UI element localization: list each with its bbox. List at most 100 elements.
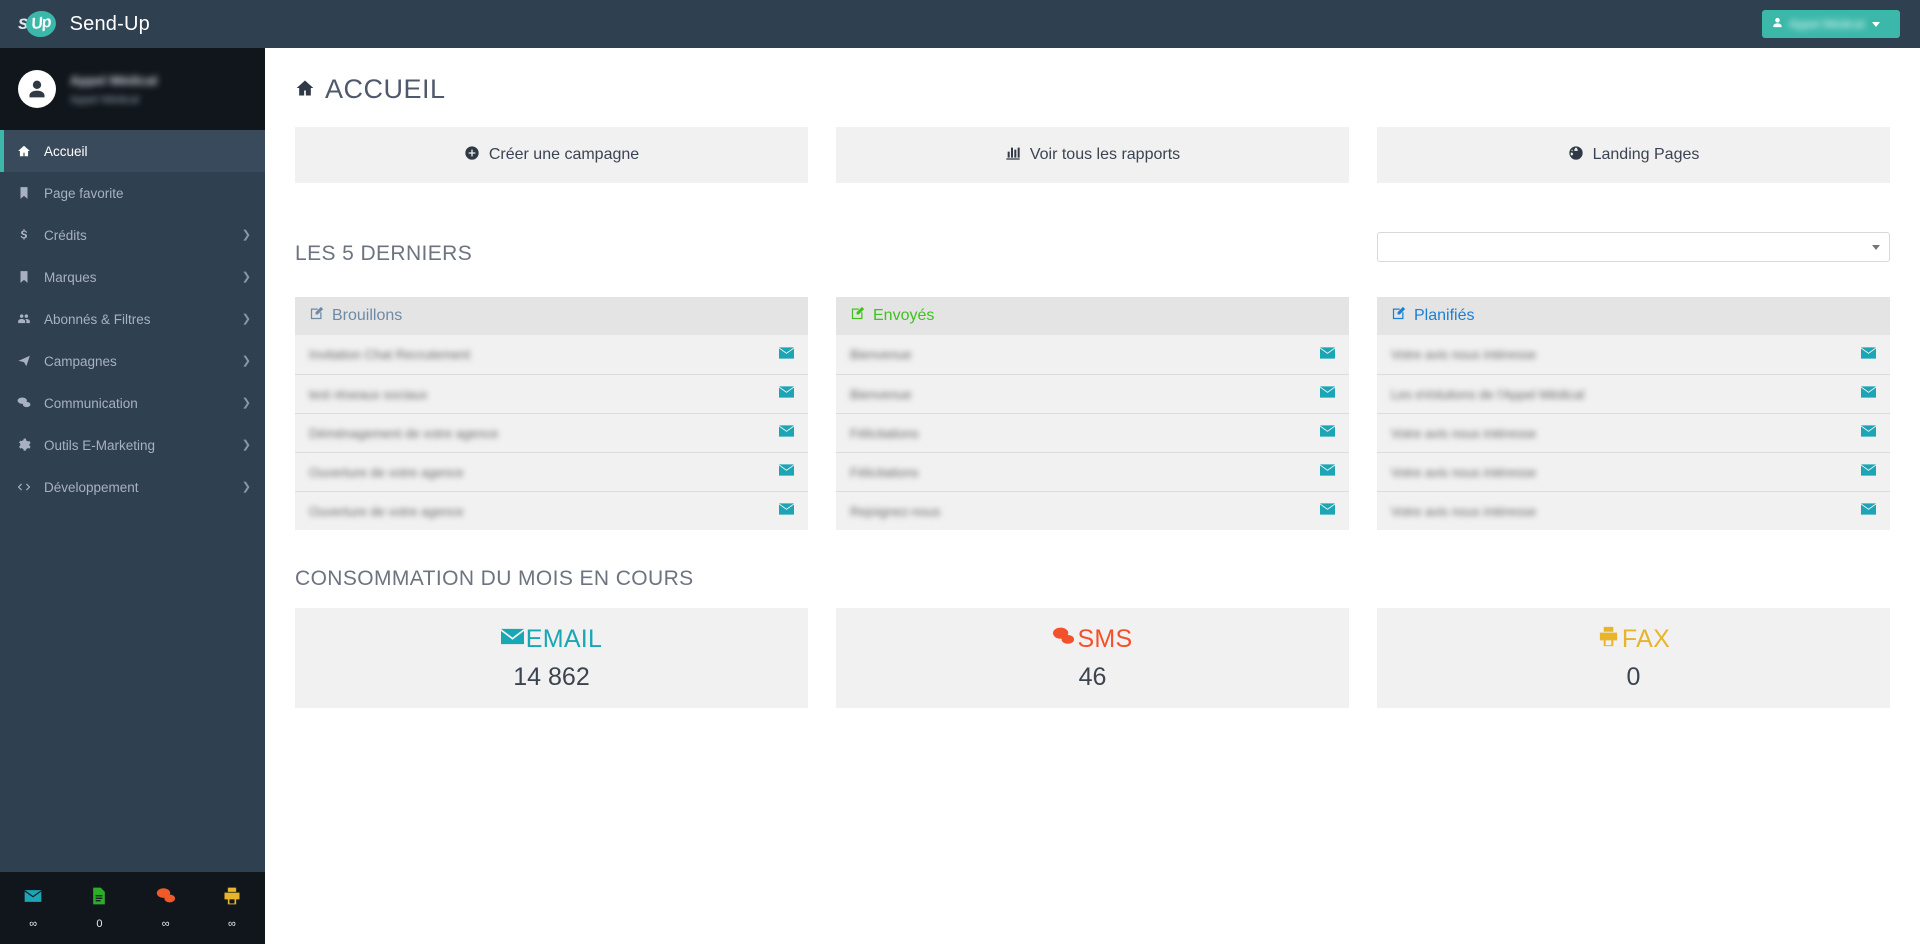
list-item[interactable]: Félicitations	[836, 452, 1349, 491]
main-content: ACCUEIL Créer une campagne Voir tous les…	[265, 48, 1920, 944]
page-title: ACCUEIL	[295, 74, 1890, 105]
view-all-reports-button[interactable]: Voir tous les rapports	[836, 127, 1349, 183]
list-item[interactable]: Félicitations	[836, 413, 1349, 452]
list-item[interactable]: Votre avis nous intéresse	[1377, 413, 1890, 452]
list-item[interactable]: Bienvenue	[836, 374, 1349, 413]
bar-chart-icon	[1005, 145, 1021, 166]
list-item[interactable]: Déménagement de votre agence	[295, 413, 808, 452]
home-icon	[295, 74, 315, 105]
sidebar-item-marques[interactable]: Marques ❯	[0, 256, 265, 298]
edit-icon	[309, 306, 324, 326]
plus-circle-icon	[464, 145, 480, 166]
campaign-name: Félicitations	[850, 425, 919, 441]
sidebar-item-campagnes[interactable]: Campagnes ❯	[0, 340, 265, 382]
account-menu-button[interactable]: Appel Médical	[1762, 10, 1900, 38]
list-item[interactable]: Ouverture de votre agence	[295, 491, 808, 530]
list-item[interactable]: Invitation Chat Recrutement	[295, 335, 808, 374]
sidebar-item-accueil[interactable]: Accueil	[0, 130, 265, 172]
envelope-icon[interactable]	[779, 424, 794, 442]
latest-panels-row: Brouillons Invitation Chat Recrutement t…	[295, 297, 1890, 530]
sidebar-item-label: Marques	[44, 269, 97, 285]
sidebar-item-label: Accueil	[44, 143, 88, 159]
campaign-name: Votre avis nous intéresse	[1391, 464, 1537, 480]
profile-name: Appel Médical	[70, 72, 158, 88]
bookmark-icon	[14, 270, 34, 284]
sidebar-item-label: Crédits	[44, 227, 87, 243]
list-item[interactable]: Votre avis nous intéresse	[1377, 452, 1890, 491]
stat-label-email: EMAIL	[500, 625, 603, 655]
envelope-icon[interactable]	[1861, 385, 1876, 403]
chevron-right-icon: ❯	[241, 396, 251, 409]
stat-label-fax: FAX	[1597, 625, 1670, 655]
campaign-name: Ouverture de votre agence	[309, 503, 464, 519]
sidebar-item-label: Outils E-Marketing	[44, 437, 156, 453]
brand-block[interactable]: s Up Send-Up	[0, 0, 265, 48]
envelope-icon[interactable]	[1861, 346, 1876, 364]
sidebar-item-outils-e-marketing[interactable]: Outils E-Marketing ❯	[0, 424, 265, 466]
envelope-icon[interactable]	[1861, 424, 1876, 442]
stat-card-sms: SMS 46	[836, 608, 1349, 708]
create-campaign-button[interactable]: Créer une campagne	[295, 127, 808, 183]
panel-title: Envoyés	[873, 307, 935, 324]
list-item[interactable]: Votre avis nous intéresse	[1377, 335, 1890, 374]
paper-plane-icon	[14, 354, 34, 368]
edit-icon	[1391, 306, 1406, 326]
profile-subtitle: Appel Médical	[70, 93, 140, 106]
page-title-text: ACCUEIL	[325, 74, 446, 104]
envelope-icon[interactable]	[1320, 502, 1335, 520]
chevron-right-icon: ❯	[241, 354, 251, 367]
envelope-icon[interactable]	[1320, 346, 1335, 364]
comments-icon	[156, 886, 176, 911]
stat-value-sms: 46	[1078, 662, 1107, 691]
footer-email-quota[interactable]: ∞	[0, 872, 66, 944]
envelope-icon[interactable]	[779, 385, 794, 403]
envelope-icon[interactable]	[1861, 502, 1876, 520]
envelope-icon[interactable]	[779, 502, 794, 520]
footer-sms-quota[interactable]: ∞	[133, 872, 199, 944]
footer-file-quota[interactable]: 0	[66, 872, 132, 944]
sidebar-item-label: Développement	[44, 479, 139, 495]
gear-icon	[14, 438, 34, 452]
chevron-down-icon	[1872, 21, 1881, 27]
sidebar-item-developpement[interactable]: Développement ❯	[0, 466, 265, 508]
file-text-icon	[89, 886, 109, 911]
sidebar-item-communication[interactable]: Communication ❯	[0, 382, 265, 424]
users-icon	[14, 312, 34, 326]
chevron-right-icon: ❯	[241, 270, 251, 283]
envelope-icon[interactable]	[779, 346, 794, 364]
bookmark-icon	[14, 186, 34, 200]
campaign-name: Ouverture de votre agence	[309, 464, 464, 480]
list-item[interactable]: test réseaux sociaux	[295, 374, 808, 413]
campaign-name: Bienvenue	[850, 347, 912, 362]
action-label: Voir tous les rapports	[1029, 146, 1181, 163]
sidebar-profile[interactable]: Appel Médical Appel Médical	[0, 48, 265, 130]
list-item[interactable]: Les eVolutions de l'Appel Médical	[1377, 374, 1890, 413]
campaign-name: Votre avis nous intéresse	[1391, 347, 1537, 362]
list-item[interactable]: Bienvenue	[836, 335, 1349, 374]
chevron-right-icon: ❯	[241, 312, 251, 325]
stat-value-fax: 0	[1626, 662, 1641, 691]
envelope-icon[interactable]	[1320, 385, 1335, 403]
panel-list-envoyes: Bienvenue Bienvenue Félicitations Félici…	[836, 335, 1349, 530]
envelope-icon[interactable]	[1320, 463, 1335, 481]
envelope-icon[interactable]	[779, 463, 794, 481]
list-item[interactable]: Ouverture de votre agence	[295, 452, 808, 491]
campaign-name: Votre avis nous intéresse	[1391, 425, 1537, 441]
landing-pages-button[interactable]: Landing Pages	[1377, 127, 1890, 183]
brand-name: Send-Up	[69, 12, 150, 35]
action-label: Landing Pages	[1592, 146, 1700, 163]
sidebar-item-abonnes-filtres[interactable]: Abonnés & Filtres ❯	[0, 298, 265, 340]
chevron-right-icon: ❯	[241, 228, 251, 241]
list-item[interactable]: Votre avis nous intéresse	[1377, 491, 1890, 530]
envelope-icon[interactable]	[1320, 424, 1335, 442]
sidebar-item-credits[interactable]: Crédits ❯	[0, 214, 265, 256]
list-item[interactable]: Rejoignez-nous	[836, 491, 1349, 530]
consumption-heading: CONSOMMATION DU MOIS EN COURS	[295, 567, 694, 590]
latest-header-row: LES 5 DERNIERS	[295, 211, 1890, 283]
envelope-icon[interactable]	[1861, 463, 1876, 481]
brand-select[interactable]	[1377, 232, 1890, 262]
campaign-name: test réseaux sociaux	[309, 386, 428, 402]
sidebar-item-page-favorite[interactable]: Page favorite	[0, 172, 265, 214]
sidebar-nav: Accueil Page favorite Crédits ❯ Marques …	[0, 130, 265, 508]
footer-fax-quota[interactable]: ∞	[199, 872, 265, 944]
